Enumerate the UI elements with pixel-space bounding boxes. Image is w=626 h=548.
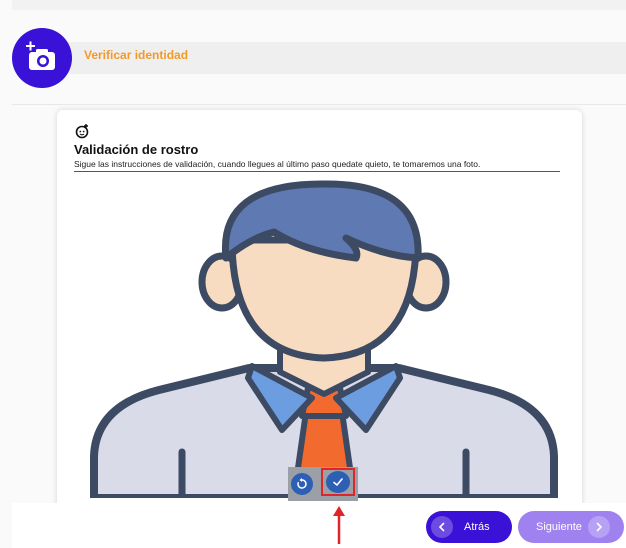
chevron-left-icon xyxy=(431,516,453,538)
face-guide-illustration xyxy=(90,180,558,498)
back-button-label: Atrás xyxy=(464,521,490,533)
retake-button[interactable] xyxy=(291,473,313,495)
card-instructions: Sigue las instrucciones de validación, c… xyxy=(74,159,481,169)
instructions-underline xyxy=(74,171,560,172)
check-icon xyxy=(333,478,343,486)
chevron-right-icon xyxy=(587,516,610,538)
retake-icon xyxy=(297,478,307,489)
face-scan-icon xyxy=(75,124,89,139)
next-button-label: Siguiente xyxy=(536,521,582,533)
page-title: Verificar identidad xyxy=(84,48,189,62)
camera-plus-icon xyxy=(12,28,72,88)
arrow-up-icon xyxy=(333,506,345,544)
page: Verificar identidad Validación de rostro… xyxy=(0,0,626,548)
next-button[interactable]: Siguiente xyxy=(518,511,624,543)
confirm-photo-button[interactable] xyxy=(326,471,350,493)
back-button[interactable]: Atrás xyxy=(426,511,512,543)
top-strip xyxy=(12,0,626,10)
card-title: Validación de rostro xyxy=(74,142,199,157)
divider xyxy=(12,104,626,105)
